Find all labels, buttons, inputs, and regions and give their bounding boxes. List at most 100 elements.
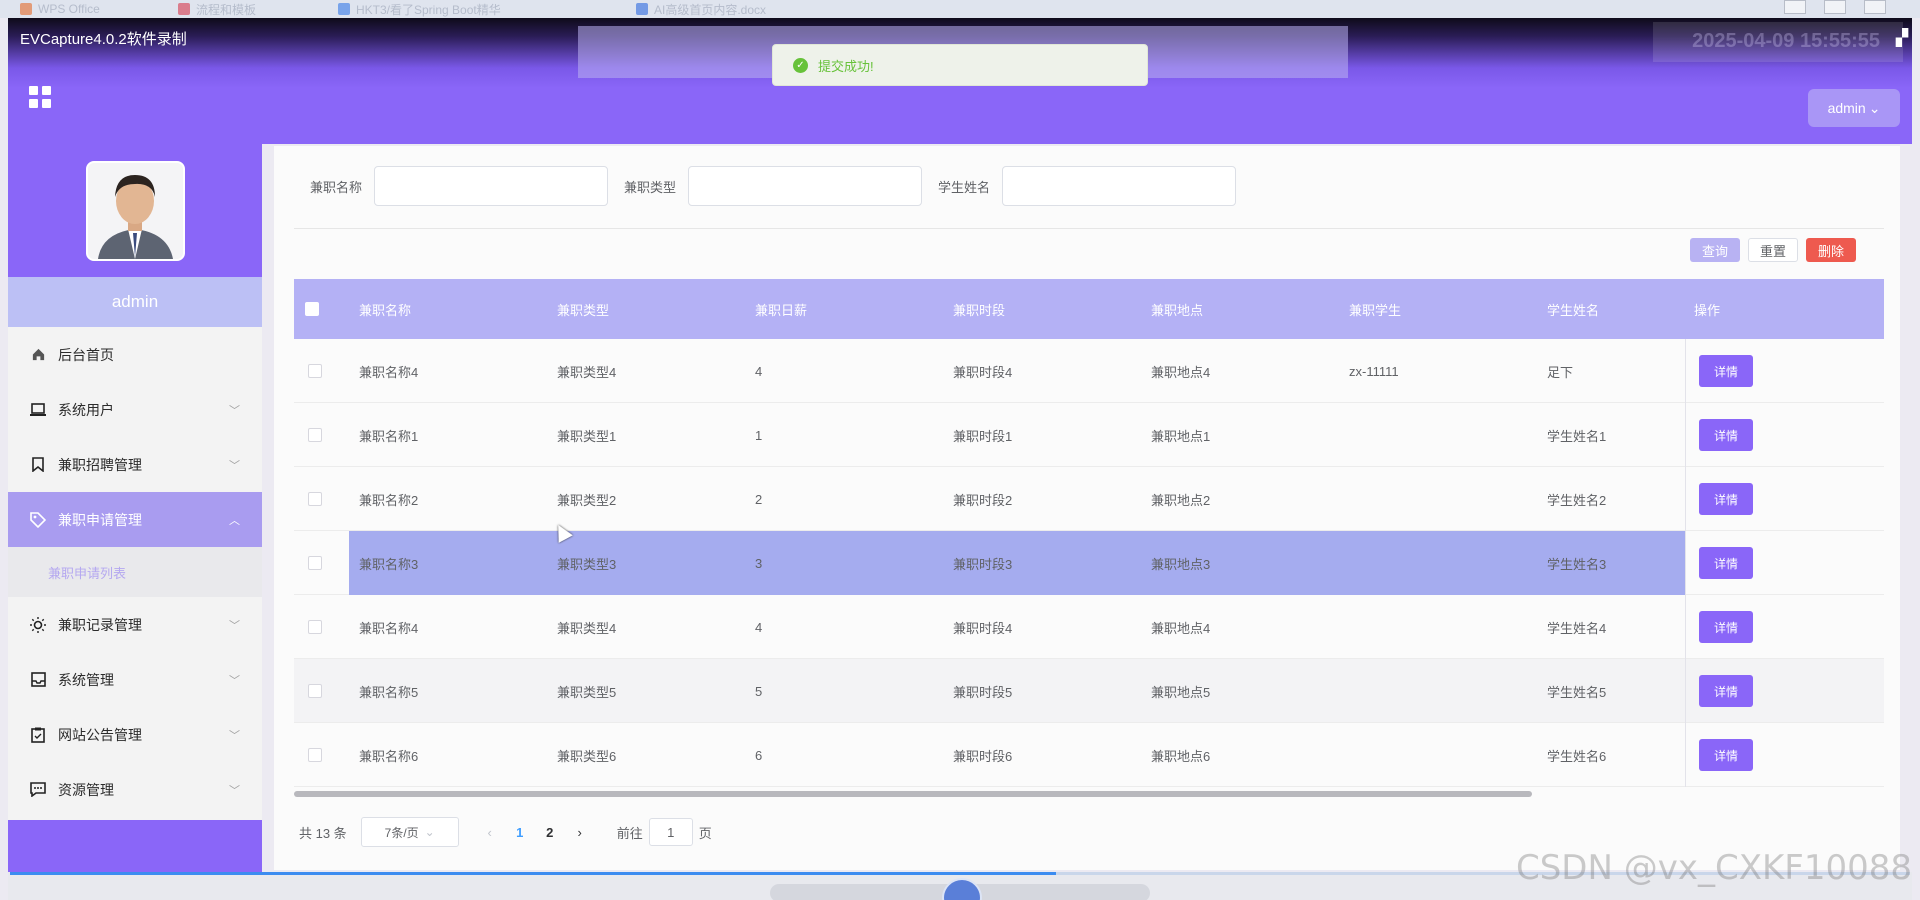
sidebar-item-home[interactable]: 后台首页 xyxy=(8,327,262,382)
column-header: 兼职名称 xyxy=(359,302,412,318)
chevron-down-icon: ﹀ xyxy=(229,620,240,632)
row-checkbox[interactable] xyxy=(308,620,322,634)
row-hover-highlight xyxy=(349,531,1685,595)
page-size-select[interactable]: 7条/页 ⌄ xyxy=(360,817,459,847)
cell-daily-wage: 6 xyxy=(755,747,763,763)
reset-button[interactable]: 重置 xyxy=(1748,238,1798,262)
cell-job-name: 兼职名称2 xyxy=(359,492,419,508)
cell-time-slot: 兼职时段2 xyxy=(953,492,1013,508)
column-header: 操作 xyxy=(1694,302,1721,318)
laptop-icon xyxy=(30,402,46,418)
cell-location: 兼职地点2 xyxy=(1151,492,1211,508)
cell-time-slot: 兼职时段4 xyxy=(953,620,1013,636)
tag-icon xyxy=(30,511,46,528)
row-checkbox[interactable] xyxy=(308,748,322,762)
table-row[interactable]: 兼职名称4 兼职类型4 4 兼职时段4 兼职地点4 zx-11111 足下 详情 xyxy=(294,339,1884,403)
maximize-window-button[interactable] xyxy=(1824,0,1846,14)
clipboard-icon xyxy=(30,727,46,743)
row-checkbox[interactable] xyxy=(308,684,322,698)
column-header: 兼职学生 xyxy=(1349,302,1402,318)
sidebar-item-announcements[interactable]: 网站公告管理 ﹀ xyxy=(8,707,262,762)
table-row[interactable]: 兼职名称2 兼职类型2 2 兼职时段2 兼职地点2 学生姓名2 详情 xyxy=(294,467,1884,531)
detail-button[interactable]: 详情 xyxy=(1699,483,1753,515)
row-checkbox[interactable] xyxy=(308,492,322,506)
avatar xyxy=(85,160,185,261)
os-taskbar: WPS Office 流程和模板 HKT3/看了Spring Boot精华 AI… xyxy=(0,0,1920,18)
action-buttons: 查询 重置 删除 xyxy=(1690,238,1856,262)
cell-job-name: 兼职名称4 xyxy=(359,620,419,636)
column-header: 兼职时段 xyxy=(953,302,1006,318)
os-tab[interactable]: HKT3/看了Spring Boot精华 xyxy=(338,0,501,18)
sidebar-item-job-records[interactable]: 兼职记录管理 ﹀ xyxy=(8,597,262,652)
job-name-input[interactable] xyxy=(374,166,609,206)
chevron-down-icon: ﹀ xyxy=(229,405,240,417)
job-type-input[interactable] xyxy=(688,166,923,206)
detail-button[interactable]: 详情 xyxy=(1699,547,1753,579)
table-row-hovered[interactable]: 兼职名称3 兼职类型3 3 兼职时段3 兼职地点3 学生姓名3 详情 xyxy=(294,531,1884,595)
query-button[interactable]: 查询 xyxy=(1690,238,1740,262)
os-tab[interactable]: 流程和模板 xyxy=(178,0,256,18)
grid-menu-icon[interactable] xyxy=(29,86,51,108)
home-icon xyxy=(30,347,46,363)
cell-daily-wage: 3 xyxy=(755,555,763,571)
page-suffix: 页 xyxy=(698,825,712,841)
row-checkbox[interactable] xyxy=(308,364,322,378)
divider xyxy=(294,228,1884,229)
cell-location: 兼职地点5 xyxy=(1151,684,1211,700)
sidebar-item-job-recruitment[interactable]: 兼职招聘管理 ﹀ xyxy=(8,437,262,492)
table-row[interactable]: 兼职名称4 兼职类型4 4 兼职时段4 兼职地点4 学生姓名4 详情 xyxy=(294,595,1884,659)
detail-button[interactable]: 详情 xyxy=(1699,675,1753,707)
next-page-icon[interactable]: › xyxy=(565,825,595,840)
cell-student-name: 学生姓名1 xyxy=(1547,428,1607,444)
detail-button[interactable]: 详情 xyxy=(1699,355,1753,387)
close-window-button[interactable] xyxy=(1864,0,1886,14)
delete-button[interactable]: 删除 xyxy=(1806,238,1856,262)
cell-job-name: 兼职名称1 xyxy=(359,428,419,444)
cell-job-type: 兼职类型6 xyxy=(557,748,617,764)
page-number[interactable]: 2 xyxy=(535,825,565,840)
select-all-checkbox[interactable] xyxy=(305,302,319,316)
chevron-down-icon: ﹀ xyxy=(229,730,240,742)
cell-location: 兼职地点3 xyxy=(1151,556,1211,572)
sidebar: admin 后台首页 系统用户 ﹀ 兼职招聘管理 ﹀ 兼职申请管理 ︿ 兼职申请… xyxy=(8,144,262,900)
cell-student-name: 学生姓名2 xyxy=(1547,492,1607,508)
admin-dropdown-button[interactable]: admin ⌄ xyxy=(1808,89,1900,127)
os-tab[interactable]: AI高级首页内容.docx xyxy=(636,0,766,18)
sidebar-item-system-management[interactable]: 系统管理 ﹀ xyxy=(8,652,262,707)
goto-label: 前往 xyxy=(616,825,643,841)
sidebar-item-system-users[interactable]: 系统用户 ﹀ xyxy=(8,382,262,437)
cell-job-type: 兼职类型4 xyxy=(557,364,617,380)
table-row[interactable]: 兼职名称6 兼职类型6 6 兼职时段6 兼职地点6 学生姓名6 详情 xyxy=(294,723,1884,787)
recorder-title: EVCapture4.0.2软件录制 xyxy=(20,31,187,48)
table-row[interactable]: 兼职名称1 兼职类型1 1 兼职时段1 兼职地点1 学生姓名1 详情 xyxy=(294,403,1884,467)
os-tab[interactable]: WPS Office xyxy=(20,0,100,18)
detail-button[interactable]: 详情 xyxy=(1699,739,1753,771)
row-checkbox[interactable] xyxy=(308,556,322,570)
row-checkbox[interactable] xyxy=(308,428,322,442)
sidebar-item-resources[interactable]: 资源管理 ﹀ xyxy=(8,762,262,817)
chevron-down-icon: ⌄ xyxy=(1868,99,1881,116)
clock: 2025-04-09 15:55:55 xyxy=(1692,30,1880,52)
detail-button[interactable]: 详情 xyxy=(1699,611,1753,643)
cell-student-name: 学生姓名3 xyxy=(1547,556,1607,572)
cell-job-type: 兼职类型4 xyxy=(557,620,617,636)
page-number[interactable]: 1 xyxy=(505,825,535,840)
table-horizontal-scrollbar[interactable] xyxy=(294,791,1532,797)
cell-time-slot: 兼职时段3 xyxy=(953,556,1013,572)
recorder-menu-icon[interactable]: ▞ xyxy=(1896,28,1908,48)
sidebar-subitem-application-list[interactable]: 兼职申请列表 xyxy=(8,547,262,597)
sidebar-item-job-application[interactable]: 兼职申请管理 ︿ xyxy=(8,492,262,547)
cell-location: 兼职地点4 xyxy=(1151,364,1211,380)
cell-daily-wage: 2 xyxy=(755,491,763,507)
goto-page-input[interactable]: 1 xyxy=(648,818,693,846)
minimize-window-button[interactable] xyxy=(1784,0,1806,14)
cell-daily-wage: 1 xyxy=(755,427,763,443)
chat-icon xyxy=(30,782,46,798)
cell-location: 兼职地点6 xyxy=(1151,748,1211,764)
student-name-input[interactable] xyxy=(1002,166,1237,206)
detail-button[interactable]: 详情 xyxy=(1699,419,1753,451)
table-row[interactable]: 兼职名称5 兼职类型5 5 兼职时段5 兼职地点5 学生姓名5 详情 xyxy=(294,659,1884,723)
success-toast: ✓ 提交成功! xyxy=(772,44,1148,86)
prev-page-icon[interactable]: ‹ xyxy=(475,825,505,840)
playback-progress[interactable] xyxy=(10,872,1056,875)
